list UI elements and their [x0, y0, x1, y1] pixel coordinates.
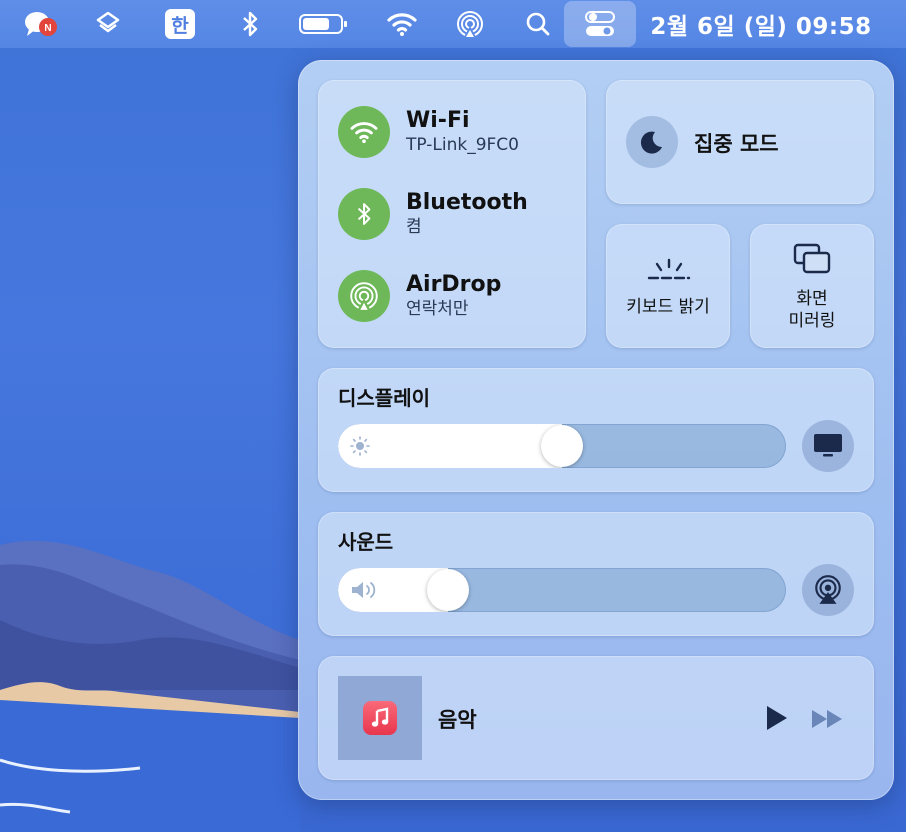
- menu-bar: N 한 2월 6일 (일) 09:58: [0, 0, 906, 48]
- control-center-icon[interactable]: [564, 1, 636, 47]
- focus-mode-label: 집중 모드: [694, 132, 779, 156]
- sound-volume-knob[interactable]: [427, 569, 469, 611]
- wifi-title: Wi-Fi: [406, 108, 470, 133]
- sound-title: 사운드: [338, 530, 394, 554]
- bluetooth-toggle[interactable]: Bluetooth 켬: [338, 188, 528, 240]
- bluetooth-status: 켬: [406, 217, 422, 237]
- play-icon[interactable]: [764, 704, 790, 732]
- airdrop-icon[interactable]: [338, 270, 390, 322]
- wifi-network-name: TP-Link_9FC0: [406, 135, 519, 155]
- messages-icon[interactable]: N: [20, 0, 60, 48]
- now-playing-tile[interactable]: 음악: [318, 656, 874, 780]
- moon-icon: [626, 116, 678, 168]
- sound-volume-slider[interactable]: [338, 568, 786, 612]
- album-art: [338, 676, 422, 760]
- sound-tile: 사운드: [318, 512, 874, 636]
- stack-icon[interactable]: [88, 0, 128, 48]
- search-icon[interactable]: [518, 0, 558, 48]
- focus-mode-tile[interactable]: 집중 모드: [606, 80, 874, 204]
- input-source-icon[interactable]: 한: [160, 0, 200, 48]
- sun-icon: [350, 436, 370, 456]
- screen-mirroring-label-line2: 미러링: [788, 311, 836, 331]
- sound-output-button[interactable]: [802, 564, 854, 616]
- fast-forward-icon[interactable]: [810, 708, 846, 730]
- screen-mirroring-tile[interactable]: 화면 미러링: [750, 224, 874, 348]
- display-tile: 디스플레이: [318, 368, 874, 492]
- music-title: 음악: [438, 708, 477, 732]
- wifi-toggle[interactable]: Wi-Fi TP-Link_9FC0: [338, 106, 519, 158]
- airdrop-status: 연락처만: [406, 299, 469, 319]
- display-settings-button[interactable]: [802, 420, 854, 472]
- display-icon: [814, 434, 842, 457]
- keyboard-brightness-icon: [647, 258, 691, 280]
- battery-icon[interactable]: [296, 0, 352, 48]
- svg-text:N: N: [44, 23, 51, 34]
- airdrop-title: AirDrop: [406, 272, 502, 297]
- wifi-icon[interactable]: [382, 0, 422, 48]
- airdrop-toggle[interactable]: AirDrop 연락처만: [338, 270, 501, 322]
- speaker-icon: [352, 582, 376, 598]
- keyboard-brightness-tile[interactable]: 키보드 밝기: [606, 224, 730, 348]
- keyboard-brightness-label: 키보드 밝기: [626, 297, 710, 317]
- input-source-label: 한: [165, 9, 195, 39]
- menubar-clock[interactable]: 2월 6일 (일) 09:58: [648, 0, 874, 48]
- display-brightness-slider[interactable]: [338, 424, 786, 468]
- bluetooth-icon[interactable]: [230, 0, 270, 48]
- bluetooth-title: Bluetooth: [406, 190, 528, 215]
- wifi-icon[interactable]: [338, 106, 390, 158]
- display-brightness-knob[interactable]: [541, 425, 583, 467]
- screen-mirroring-label-line1: 화면: [796, 289, 828, 309]
- airdrop-icon[interactable]: [450, 0, 490, 48]
- connectivity-tile: Wi-Fi TP-Link_9FC0 Bluetooth 켬 AirDrop 연…: [318, 80, 586, 348]
- bluetooth-icon[interactable]: [338, 188, 390, 240]
- display-brightness-fill: [338, 424, 562, 468]
- screen-mirroring-icon: [793, 243, 831, 274]
- control-center-panel: Wi-Fi TP-Link_9FC0 Bluetooth 켬 AirDrop 연…: [298, 60, 894, 800]
- display-title: 디스플레이: [338, 386, 430, 410]
- music-app-icon: [363, 701, 397, 735]
- airplay-audio-icon: [815, 575, 841, 604]
